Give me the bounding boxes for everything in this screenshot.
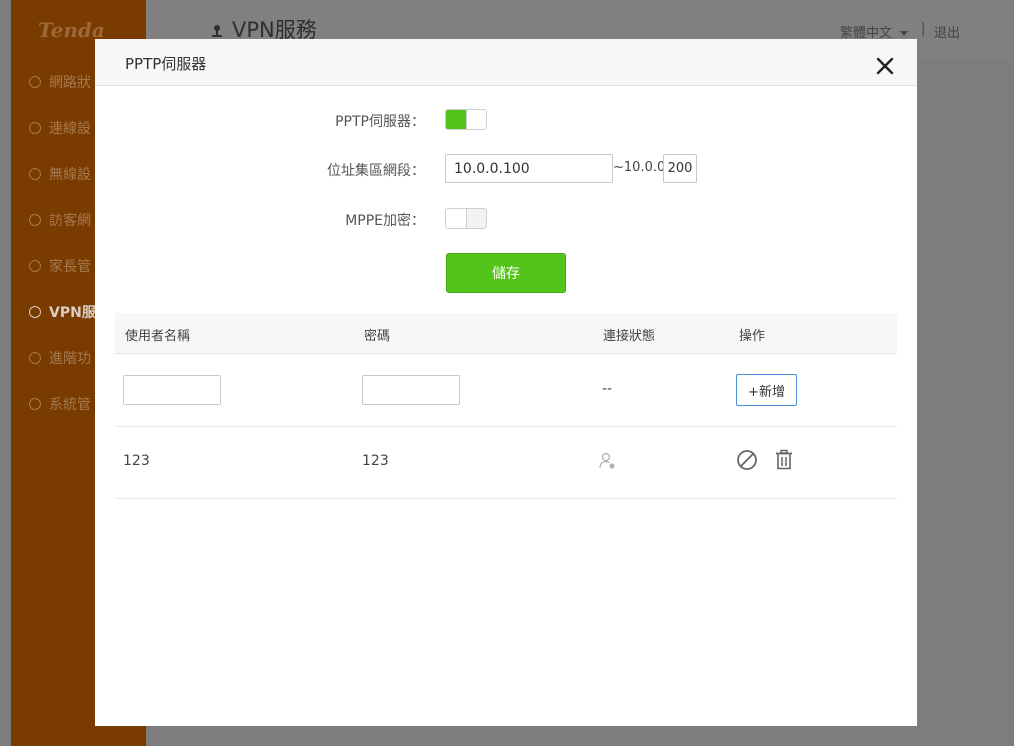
pptp-server-label: PPTP伺服器： [335, 114, 425, 130]
pptp-server-toggle[interactable] [445, 109, 487, 130]
row-password: 123 [362, 453, 389, 469]
column-header-username: 使用者名稱 [125, 329, 191, 344]
row-username: 123 [123, 453, 150, 469]
pool-end-input[interactable] [663, 154, 697, 183]
pool-range-prefix: ~10.0.0. [613, 160, 670, 175]
table-row-new: -- +新增 [115, 354, 897, 427]
column-header-actions: 操作 [739, 329, 766, 344]
add-user-button[interactable]: +新增 [736, 374, 797, 406]
sidebar-item-label: 連線設 [49, 121, 91, 137]
new-password-input[interactable] [362, 375, 460, 405]
sidebar-item-label: VPN服 [49, 305, 96, 321]
pptp-server-dialog: PPTP伺服器 PPTP伺服器： 位址集區網段： ~10.0.0. MPPE加密… [95, 39, 917, 726]
sidebar-item-parental[interactable]: 家長管 [29, 254, 91, 278]
new-username-input[interactable] [123, 375, 221, 405]
gear-icon [29, 398, 41, 410]
globe-icon [29, 122, 41, 134]
pool-start-input[interactable] [445, 154, 613, 183]
guest-network-icon [29, 214, 41, 226]
toggle-knob [466, 110, 486, 129]
dialog-title: PPTP伺服器 [125, 55, 207, 73]
wrench-icon [29, 352, 41, 364]
users-table-header: 使用者名稱 密碼 連接狀態 操作 [115, 313, 897, 354]
sidebar-item-guest[interactable]: 訪客網 [29, 208, 91, 232]
close-icon[interactable] [873, 54, 897, 78]
save-button[interactable]: 儲存 [446, 253, 566, 293]
column-header-password: 密碼 [364, 329, 391, 344]
sidebar-item-label: 網路狀 [49, 75, 91, 91]
sidebar-item-label: 家長管 [49, 259, 91, 275]
disable-icon[interactable] [736, 449, 758, 475]
user-offline-icon [599, 452, 617, 474]
sidebar-item-label: 進階功 [49, 351, 91, 367]
dialog-header: PPTP伺服器 [95, 39, 917, 86]
toggle-fill [446, 110, 466, 129]
sidebar-item-connection[interactable]: 連線設 [29, 116, 91, 140]
table-row: 123 123 [115, 427, 897, 499]
trash-icon[interactable] [774, 449, 794, 475]
network-status-icon [29, 76, 41, 88]
chevron-down-icon [900, 31, 909, 36]
sidebar-item-system[interactable]: 系統管 [29, 392, 91, 416]
mppe-encryption-label: MPPE加密： [345, 213, 425, 229]
wifi-icon [29, 168, 41, 180]
vpn-icon [29, 306, 41, 318]
address-pool-label: 位址集區網段： [327, 163, 425, 179]
vpn-icon [212, 19, 222, 37]
new-row-status: -- [602, 381, 613, 397]
sidebar-item-vpn[interactable]: VPN服 [29, 300, 96, 324]
sidebar-item-advanced[interactable]: 進階功 [29, 346, 91, 370]
sidebar-item-wireless[interactable]: 無線設 [29, 162, 91, 186]
toggle-knob [446, 209, 467, 228]
logout-link[interactable]: 退出 [934, 22, 960, 41]
mppe-encryption-toggle[interactable] [445, 208, 487, 229]
parental-control-icon [29, 260, 41, 272]
header-separator: | [921, 21, 926, 36]
sidebar-item-label: 訪客網 [49, 213, 91, 229]
sidebar-item-network-status[interactable]: 網路狀 [29, 70, 91, 94]
column-header-status: 連接狀態 [603, 329, 656, 344]
sidebar-item-label: 系統管 [49, 397, 91, 413]
sidebar-item-label: 無線設 [49, 167, 91, 183]
